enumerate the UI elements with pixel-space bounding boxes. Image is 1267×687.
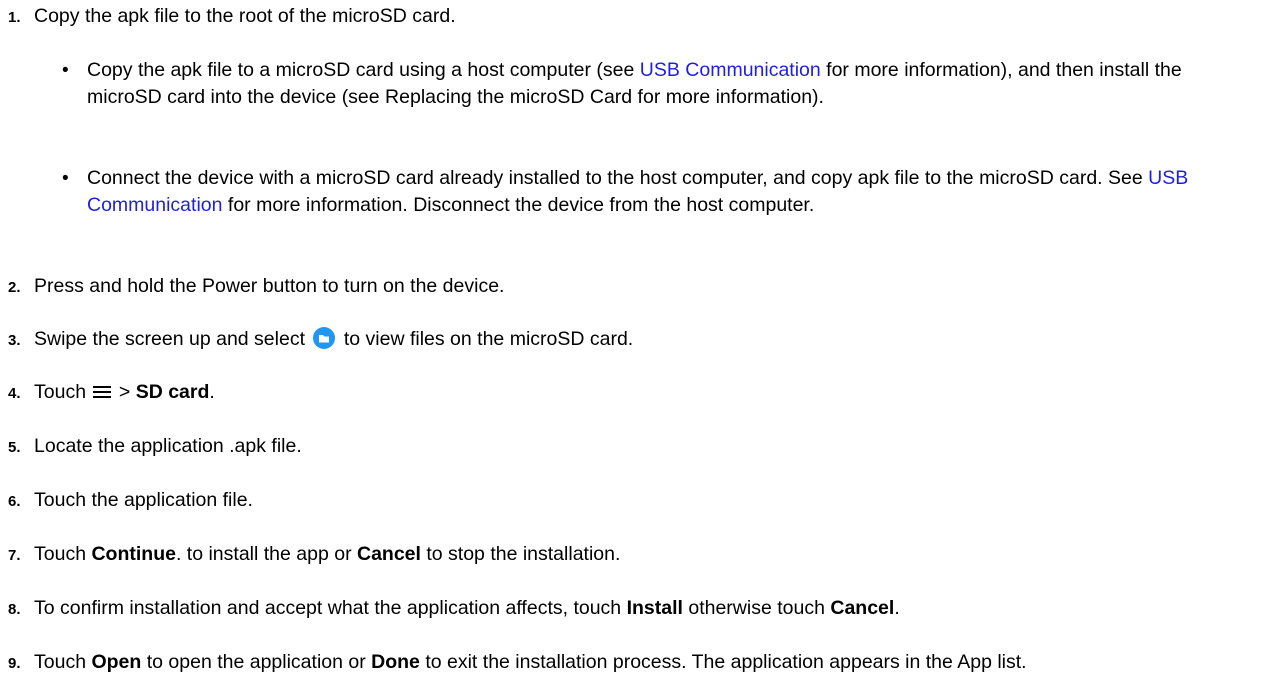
step-text: Locate the application .apk file. (34, 435, 302, 457)
hamburger-menu-icon (93, 381, 112, 398)
done-label: Done (371, 651, 420, 673)
usb-communication-link[interactable]: USB Communication (640, 59, 821, 81)
bullet-text: Copy the apk file to a microSD card usin… (87, 59, 1182, 108)
step-number: 4. (8, 385, 21, 402)
bullet-text: Connect the device with a microSD card a… (87, 167, 1189, 216)
folder-icon (313, 327, 336, 349)
bullet-dot: • (62, 60, 69, 81)
step-number: 3. (8, 332, 21, 349)
install-label: Install (626, 597, 683, 619)
step-text: Touch Open to open the application or Do… (34, 651, 1027, 673)
step-number: 8. (8, 601, 21, 618)
sd-card-label: SD card (135, 381, 210, 403)
step-number: 7. (8, 547, 21, 564)
step-text: Touch > SD card. (34, 381, 215, 403)
step-text: Touch Continue. to install the app or Ca… (34, 543, 621, 565)
cancel-label: Cancel (356, 543, 421, 565)
step-number: 6. (8, 493, 21, 510)
continue-label: Continue (91, 543, 176, 565)
step-text: To confirm installation and accept what … (34, 597, 900, 619)
step-number: 2. (8, 279, 21, 296)
step-text: Press and hold the Power button to turn … (34, 275, 505, 297)
bullet-dot: • (62, 168, 69, 189)
cancel-label: Cancel (830, 597, 895, 619)
step-number: 9. (8, 655, 21, 672)
instruction-document: 1. Copy the apk file to the root of the … (0, 0, 1267, 687)
step-number: 1. (8, 9, 21, 26)
open-label: Open (91, 651, 142, 673)
step-text: Touch the application file. (34, 489, 253, 511)
step-text: Swipe the screen up and select to view f… (34, 327, 634, 350)
step-text: Copy the apk file to the root of the mic… (34, 5, 456, 27)
step-number: 5. (8, 439, 21, 456)
